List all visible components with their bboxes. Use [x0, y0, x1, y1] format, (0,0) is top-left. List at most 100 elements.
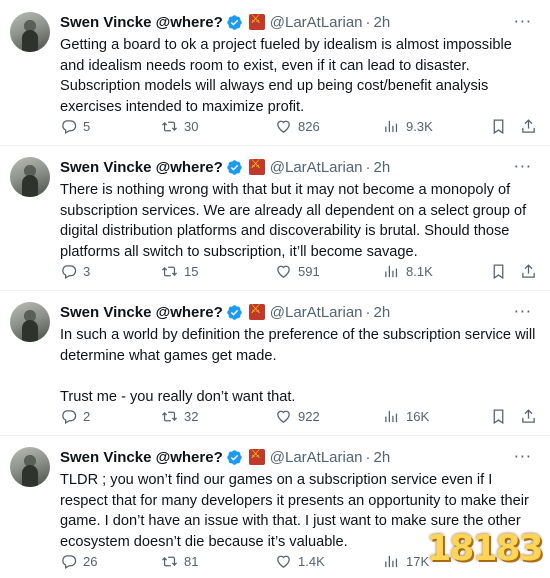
more-options-icon[interactable]: ··· [514, 157, 532, 176]
like-count: 1.4K [298, 554, 325, 569]
retweet-icon [161, 266, 178, 277]
tweet-text: In such a world by definition the prefer… [60, 327, 536, 405]
like-button[interactable]: 591 [275, 263, 320, 280]
avatar[interactable] [10, 157, 50, 197]
like-button[interactable]: 826 [275, 118, 320, 135]
tweet-text: There is nothing wrong with that but it … [60, 182, 531, 260]
view-count: 16K [406, 409, 430, 424]
heart-icon [277, 410, 290, 423]
retweet-count: 81 [184, 554, 199, 569]
reply-icon [62, 555, 77, 570]
view-count: 8.1K [406, 264, 433, 279]
separator: · [365, 303, 371, 321]
views-icon [385, 120, 398, 133]
reply-icon [62, 120, 77, 135]
retweet-button[interactable]: 15 [161, 263, 198, 280]
handle[interactable]: @LarAtLarian [270, 14, 363, 31]
bookmark-icon [493, 409, 504, 425]
retweet-icon [161, 121, 178, 132]
reply-count: 2 [83, 409, 91, 424]
like-button[interactable]: 922 [275, 408, 320, 425]
share-icon [522, 409, 535, 423]
view-count: 9.3K [406, 119, 433, 134]
reply-button[interactable]: 5 [60, 118, 90, 135]
heart-icon [277, 265, 290, 278]
like-button[interactable]: 1.4K [275, 553, 325, 570]
views-button[interactable]: 9.3K [383, 118, 433, 135]
reply-button[interactable]: 26 [60, 553, 97, 570]
like-count: 826 [298, 119, 320, 134]
avatar[interactable] [10, 447, 50, 487]
retweet-button[interactable]: 32 [161, 408, 198, 425]
display-name[interactable]: Swen Vincke @where? [60, 449, 223, 466]
reply-button[interactable]: 2 [60, 408, 90, 425]
share-button[interactable] [520, 408, 537, 425]
verified-badge-icon [226, 449, 242, 465]
heart-icon [277, 555, 290, 568]
separator: · [365, 448, 371, 466]
more-options-icon[interactable]: ··· [514, 302, 532, 321]
tweet-header: Swen Vincke @where? @LarAtLarian · 2h ··… [60, 447, 540, 467]
bookmark-button[interactable] [490, 118, 507, 135]
watermark-logo: 18183 [426, 527, 543, 569]
reply-count: 3 [83, 264, 91, 279]
verified-badge-icon [226, 14, 242, 30]
retweet-icon [161, 411, 178, 422]
handle[interactable]: @LarAtLarian [270, 449, 363, 466]
retweet-count: 30 [184, 119, 199, 134]
tweet-header: Swen Vincke @where? @LarAtLarian · 2h ··… [60, 157, 540, 177]
tweet-3[interactable]: Swen Vincke @where? @LarAtLarian · 2h ··… [0, 290, 550, 436]
views-button[interactable]: 16K [383, 408, 429, 425]
verified-badge-icon [226, 159, 242, 175]
reply-count: 5 [83, 119, 91, 134]
bookmark-button[interactable] [490, 408, 507, 425]
more-options-icon[interactable]: ··· [514, 447, 532, 466]
timestamp[interactable]: 2h [374, 159, 391, 176]
like-count: 922 [298, 409, 320, 424]
share-button[interactable] [520, 263, 537, 280]
tweet-1[interactable]: Swen Vincke @where? @LarAtLarian · 2h ··… [0, 0, 550, 146]
share-icon [522, 264, 535, 278]
affiliate-badge-icon [248, 447, 265, 465]
avatar[interactable] [10, 302, 50, 342]
timestamp[interactable]: 2h [374, 304, 391, 321]
retweet-count: 32 [184, 409, 199, 424]
handle[interactable]: @LarAtLarian [270, 159, 363, 176]
bookmark-button[interactable] [490, 263, 507, 280]
views-button[interactable]: 8.1K [383, 263, 433, 280]
views-button[interactable]: 17K [383, 553, 429, 570]
views-icon [385, 555, 398, 568]
avatar[interactable] [10, 12, 50, 52]
retweet-count: 15 [184, 264, 199, 279]
views-icon [385, 265, 398, 278]
handle[interactable]: @LarAtLarian [270, 304, 363, 321]
heart-icon [277, 120, 290, 133]
bookmark-icon [493, 264, 504, 280]
tweet-header: Swen Vincke @where? @LarAtLarian · 2h ··… [60, 302, 540, 322]
display-name[interactable]: Swen Vincke @where? [60, 159, 223, 176]
reply-icon [62, 265, 77, 280]
separator: · [365, 13, 371, 31]
reply-icon [62, 410, 77, 425]
display-name[interactable]: Swen Vincke @where? [60, 14, 223, 31]
affiliate-badge-icon [248, 302, 265, 320]
reply-count: 26 [83, 554, 98, 569]
more-options-icon[interactable]: ··· [514, 12, 532, 31]
retweet-icon [161, 556, 178, 567]
timestamp[interactable]: 2h [374, 449, 391, 466]
reply-button[interactable]: 3 [60, 263, 90, 280]
separator: · [365, 158, 371, 176]
retweet-button[interactable]: 30 [161, 118, 198, 135]
tweet-text: Getting a board to ok a project fueled b… [60, 37, 516, 115]
views-icon [385, 410, 398, 423]
share-icon [522, 119, 535, 133]
timestamp[interactable]: 2h [374, 14, 391, 31]
affiliate-badge-icon [248, 12, 265, 30]
affiliate-badge-icon [248, 157, 265, 175]
retweet-button[interactable]: 81 [161, 553, 198, 570]
share-button[interactable] [520, 118, 537, 135]
display-name[interactable]: Swen Vincke @where? [60, 304, 223, 321]
tweet-2[interactable]: Swen Vincke @where? @LarAtLarian · 2h ··… [0, 145, 550, 291]
tweet-actions: 5 30 826 9.3K [60, 118, 540, 138]
tweet-header: Swen Vincke @where? @LarAtLarian · 2h ··… [60, 12, 540, 32]
